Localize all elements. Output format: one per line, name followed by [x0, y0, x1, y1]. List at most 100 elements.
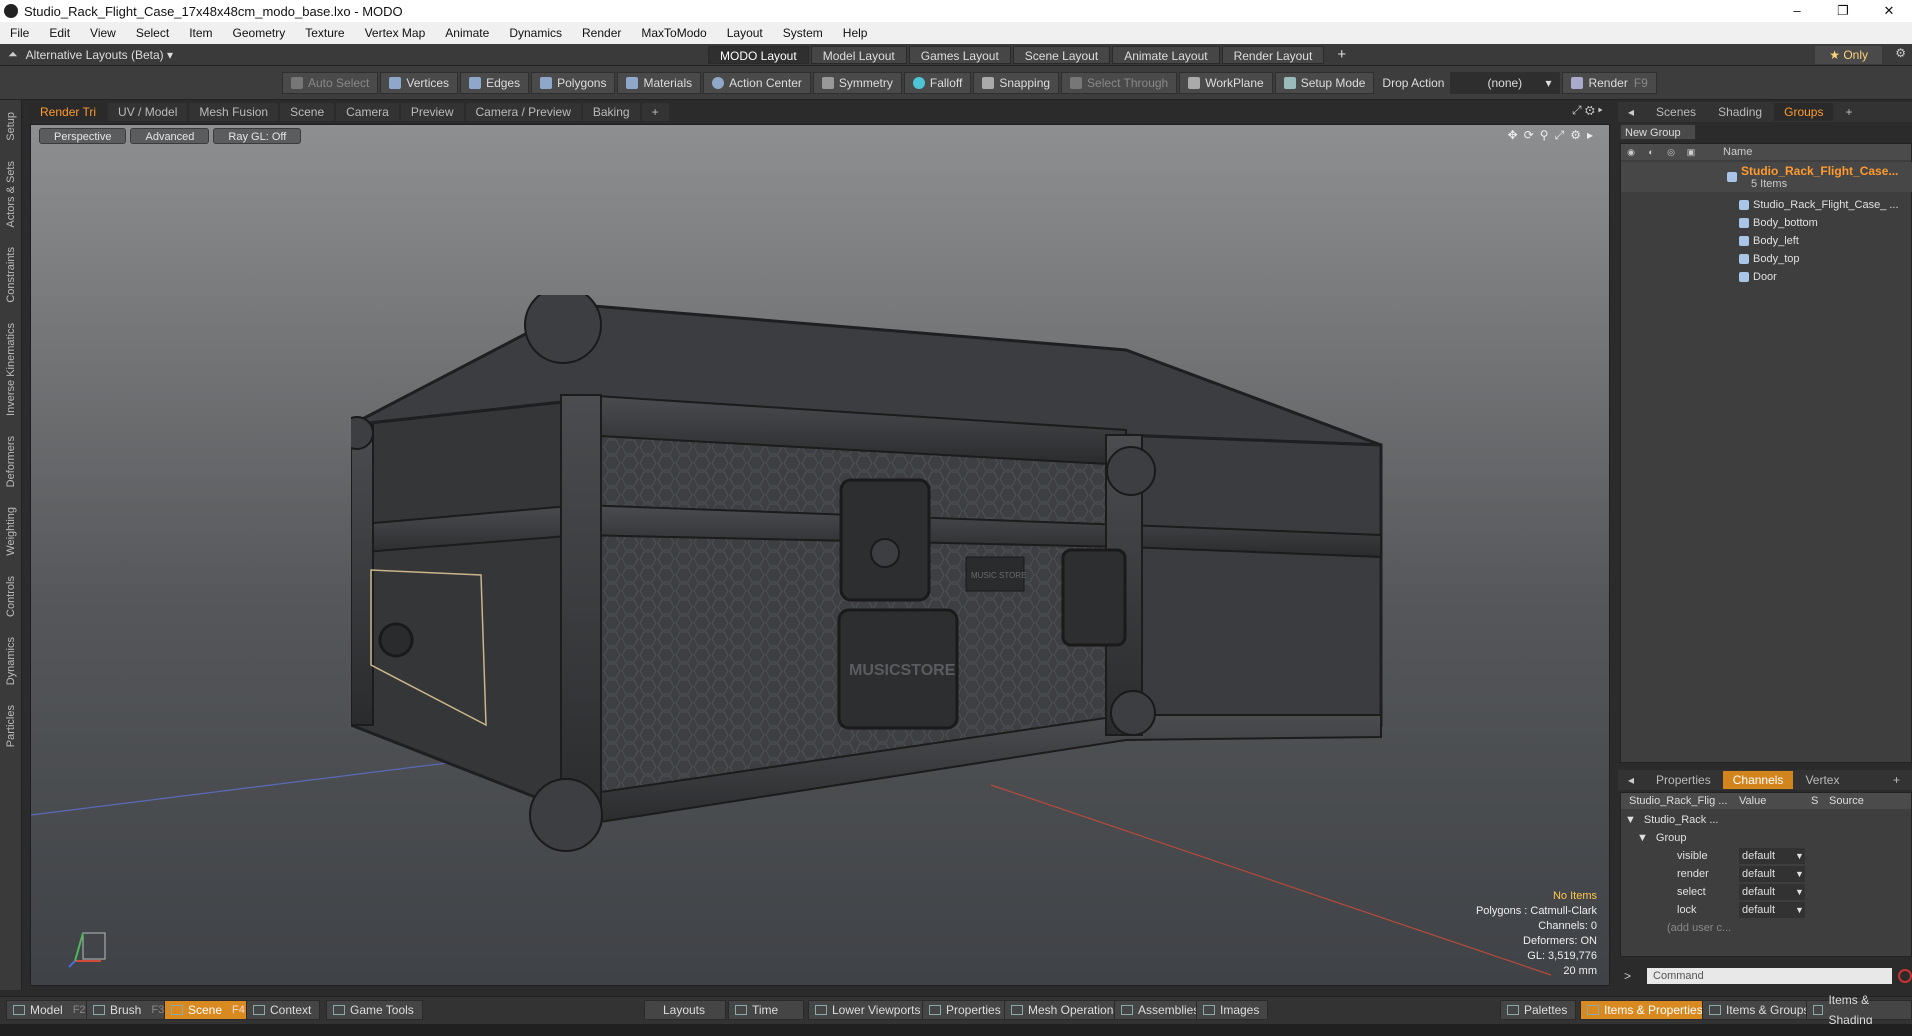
menu-layout[interactable]: Layout [717, 22, 773, 44]
menu-system[interactable]: System [773, 22, 833, 44]
time-button[interactable]: Time [728, 1000, 804, 1020]
tab-particles[interactable]: Particles [5, 697, 17, 755]
tab-properties[interactable]: Properties [1646, 771, 1721, 789]
perspective-dropdown[interactable]: Perspective [39, 128, 127, 144]
tab-render-layout[interactable]: Render Layout [1221, 46, 1325, 64]
items-properties-button[interactable]: Items & Properties [1580, 1000, 1712, 1020]
menu-select[interactable]: Select [126, 22, 179, 44]
vertices-button[interactable]: Vertices [380, 72, 459, 94]
zoom-icon[interactable]: ⚲ [1540, 128, 1549, 143]
3d-viewport[interactable]: MUSICSTORE MUSIC STORE Perspective Advan… [30, 124, 1610, 986]
minimize-icon[interactable]: – [1774, 0, 1820, 22]
tab-dynamics[interactable]: Dynamics [5, 629, 17, 693]
add-props-tab-button[interactable]: + [1883, 771, 1910, 789]
materials-button[interactable]: Materials [617, 72, 702, 94]
menu-maxtomodo[interactable]: MaxToModo [631, 22, 716, 44]
gear-icon[interactable]: ⚙ [1895, 46, 1906, 60]
menu-item[interactable]: Item [179, 22, 222, 44]
game-tools-button[interactable]: Game Tools [326, 1000, 423, 1020]
props-menu-icon[interactable]: ◂ [1618, 771, 1644, 789]
tab-actors-sets[interactable]: Actors & Sets [5, 153, 17, 236]
setup-mode-button[interactable]: Setup Mode [1274, 72, 1375, 94]
falloff-button[interactable]: Falloff [903, 72, 972, 94]
close-icon[interactable]: ✕ [1866, 0, 1912, 22]
orbit-icon[interactable]: ⟳ [1524, 128, 1534, 143]
workplane-button[interactable]: WorkPlane [1179, 72, 1273, 94]
command-input[interactable]: Command [1647, 968, 1893, 984]
list-item[interactable]: Studio_Rack_Flight_Case_ ... [1621, 196, 1912, 214]
list-item[interactable]: Door [1621, 268, 1912, 286]
tab-constraints[interactable]: Constraints [5, 239, 17, 311]
menu-view[interactable]: View [80, 22, 126, 44]
snapping-button[interactable]: Snapping [973, 72, 1060, 94]
panel-menu-icon[interactable]: ◂ [1618, 103, 1644, 121]
select-col-icon[interactable]: ◎ [1661, 147, 1681, 158]
menu-geometry[interactable]: Geometry [223, 22, 296, 44]
tab-model-layout[interactable]: Model Layout [810, 46, 907, 64]
viewport-gear-icon[interactable]: ⚙ [1570, 128, 1581, 143]
scene-button[interactable]: Scene F4 [164, 1000, 254, 1020]
edges-button[interactable]: Edges [460, 72, 530, 94]
lock-col-icon[interactable]: ▣ [1681, 147, 1701, 158]
arrow-right-icon[interactable]: ▸ [1598, 103, 1603, 117]
alternative-layouts-dropdown[interactable]: Alternative Layouts (Beta) ▾ [26, 48, 173, 62]
select-through-button[interactable]: Select Through [1061, 72, 1178, 94]
items-shading-button[interactable]: Items & Shading [1806, 993, 1912, 1027]
tab-baking[interactable]: Baking [582, 103, 640, 121]
tab-camera[interactable]: Camera [336, 103, 399, 121]
tab-scene-layout[interactable]: Scene Layout [1012, 46, 1111, 64]
menu-edit[interactable]: Edit [39, 22, 80, 44]
advanced-dropdown[interactable]: Advanced [130, 128, 210, 144]
tab-modo-layout[interactable]: MODO Layout [708, 46, 809, 64]
tab-inverse-kinematics[interactable]: Inverse Kinematics [5, 315, 17, 424]
items-groups-button[interactable]: Items & Groups [1702, 1000, 1819, 1020]
palettes-button[interactable]: Palettes [1500, 1000, 1577, 1020]
tab-setup[interactable]: Setup [5, 104, 17, 149]
mesh-operations-button[interactable]: Mesh Operations [1004, 1000, 1129, 1020]
expand-icon[interactable]: ▼ [1637, 832, 1648, 844]
action-center-button[interactable]: Action Center [703, 72, 811, 94]
tab-deformers[interactable]: Deformers [5, 428, 17, 495]
tab-shading[interactable]: Shading [1708, 103, 1772, 121]
maximize-icon[interactable]: ⤢ [1572, 103, 1582, 117]
menu-render[interactable]: Render [572, 22, 631, 44]
list-item[interactable]: Body_bottom [1621, 214, 1912, 232]
context-button[interactable]: Context [246, 1000, 321, 1020]
new-group-button[interactable]: New Group [1620, 124, 1696, 140]
settings-icon[interactable]: ⚙ [1585, 103, 1595, 117]
tab-groups[interactable]: Groups [1774, 103, 1834, 121]
add-layout-button[interactable]: + [1326, 46, 1357, 64]
eye-icon[interactable]: ◉ [1621, 147, 1641, 158]
auto-select-button[interactable]: Auto Select [282, 72, 379, 94]
collapse-icon[interactable]: ⏶ [8, 47, 18, 62]
list-item[interactable]: Body_top [1621, 250, 1912, 268]
tab-games-layout[interactable]: Games Layout [908, 46, 1011, 64]
tab-uv-model[interactable]: UV / Model [108, 103, 188, 121]
add-viewport-tab-button[interactable]: + [641, 103, 669, 121]
ray-gl-toggle[interactable]: Ray GL: Off [213, 128, 302, 144]
tab-render-tri[interactable]: Render Tri [30, 103, 107, 121]
tab-mesh-fusion[interactable]: Mesh Fusion [189, 103, 279, 121]
layouts-button[interactable]: Layouts [644, 1000, 726, 1020]
menu-dynamics[interactable]: Dynamics [499, 22, 572, 44]
tab-weighting[interactable]: Weighting [5, 499, 17, 564]
expand-icon[interactable]: ▼ [1625, 814, 1636, 826]
menu-texture[interactable]: Texture [295, 22, 354, 44]
tab-controls[interactable]: Controls [5, 568, 17, 625]
viewport-arrow-icon[interactable]: ▸ [1587, 128, 1593, 143]
model-button[interactable]: Model F2 [6, 1000, 95, 1020]
symmetry-button[interactable]: Symmetry [812, 72, 902, 94]
properties-button[interactable]: Properties [922, 1000, 1010, 1020]
tab-channels[interactable]: Channels [1722, 771, 1794, 789]
render-col-icon[interactable]: ◐ [1641, 147, 1661, 157]
images-button[interactable]: Images [1196, 1000, 1269, 1020]
tab-scene[interactable]: Scene [280, 103, 335, 121]
channel-tree-group[interactable]: ▼ Group [1621, 829, 1912, 847]
menu-vertex-map[interactable]: Vertex Map [355, 22, 436, 44]
tab-camera-preview[interactable]: Camera / Preview [465, 103, 581, 121]
tab-preview[interactable]: Preview [400, 103, 464, 121]
pan-icon[interactable]: ✥ [1508, 128, 1518, 143]
menu-file[interactable]: File [0, 22, 39, 44]
channel-tree-root[interactable]: ▼ Studio_Rack ... [1621, 811, 1912, 829]
tab-scenes[interactable]: Scenes [1646, 103, 1706, 121]
